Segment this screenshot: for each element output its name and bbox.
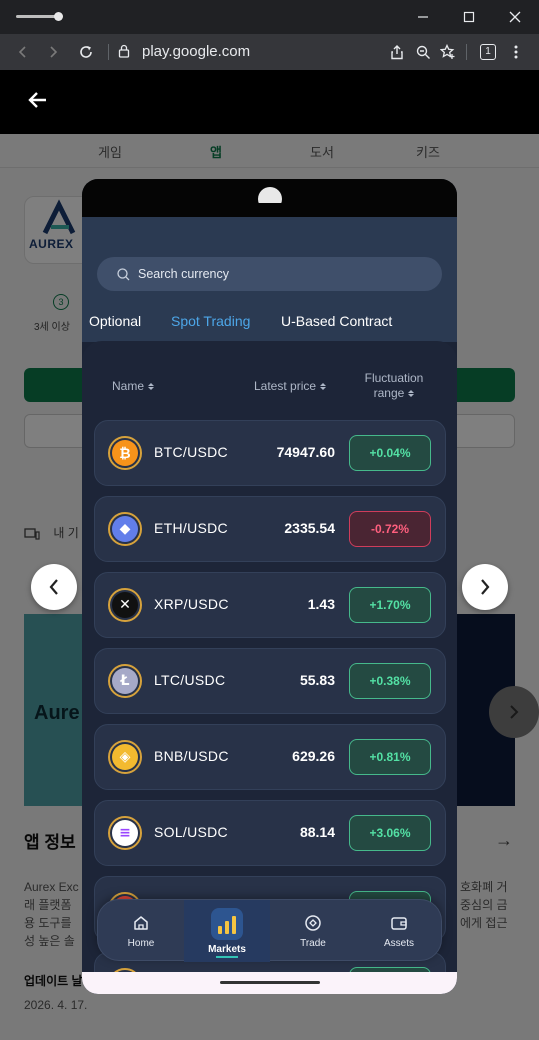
column-price-label: Latest price <box>254 379 317 393</box>
chevron-right-icon <box>481 579 490 595</box>
pair-name: SOL/USDC <box>154 824 228 840</box>
home-indicator[interactable] <box>220 981 320 984</box>
chevron-left-icon <box>49 579 58 595</box>
xrp-icon: ✕ <box>112 592 138 618</box>
back-arrow-icon[interactable] <box>28 90 48 115</box>
more-menu-icon[interactable] <box>503 34 529 70</box>
coin-badge: ◆ <box>108 512 142 546</box>
coin-badge: ✕ <box>108 588 142 622</box>
nav-trade-label: Trade <box>300 937 326 949</box>
litecoin-icon: Ł <box>112 668 138 694</box>
app-header: Search currency Optional Spot Trading U-… <box>82 217 457 343</box>
browser-toolbar: play.google.com 1 <box>0 34 539 70</box>
app-screenshot: Search currency Optional Spot Trading U-… <box>82 179 457 994</box>
sort-icon <box>320 383 327 391</box>
column-price-header[interactable]: Latest price <box>254 379 327 394</box>
column-change-header[interactable]: Fluctuation range <box>354 371 434 401</box>
nav-assets-label: Assets <box>383 937 414 949</box>
pair-name: XRP/USDC <box>154 596 229 612</box>
share-icon[interactable] <box>384 34 410 70</box>
latest-price: 74947.60 <box>276 444 335 460</box>
zoom-icon[interactable] <box>410 34 436 70</box>
column-name-label: Name <box>112 379 145 393</box>
nav-markets-label: Markets <box>208 943 246 955</box>
market-row[interactable]: ₿ BTC/USDC 74947.60 +0.04% <box>94 420 446 486</box>
window-drag-handle[interactable] <box>16 12 63 21</box>
pair-name: LTC/USDC <box>154 672 226 688</box>
toolbar-divider <box>466 44 467 60</box>
toolbar-divider <box>108 44 109 60</box>
window-titlebar <box>0 0 539 34</box>
sort-icon <box>408 390 415 398</box>
coin-badge: Ł <box>108 664 142 698</box>
coin-badge: ◈ <box>108 740 142 774</box>
app-header-logo-icon <box>258 187 282 213</box>
market-row[interactable]: ◈ BNB/USDC 629.26 +0.81% <box>94 724 446 790</box>
url-text[interactable]: play.google.com <box>142 43 250 60</box>
tab-count-button[interactable]: 1 <box>475 34 501 70</box>
search-bar[interactable]: Search currency <box>97 257 442 291</box>
market-row[interactable]: ◆ ETH/USDC 2335.54 -0.72% <box>94 496 446 562</box>
tab-u-based-contract[interactable]: U-Based Contract <box>281 313 392 329</box>
minimize-button[interactable] <box>400 0 446 34</box>
market-row[interactable]: ✕ XRP/USDC 1.43 +1.70% <box>94 572 446 638</box>
tab-optional[interactable]: Optional <box>89 313 141 329</box>
latest-price: 2335.54 <box>284 520 335 536</box>
market-list-panel: Name Latest price Fluctuation range ₿ BTC… <box>82 341 457 994</box>
bitcoin-icon: ₿ <box>112 440 138 466</box>
search-icon <box>117 267 130 280</box>
column-name-header[interactable]: Name <box>112 379 155 394</box>
lock-icon[interactable] <box>118 44 130 63</box>
bnb-icon: ◈ <box>112 744 138 770</box>
ethereum-icon: ◆ <box>112 516 138 542</box>
next-screenshot-button[interactable] <box>462 564 508 610</box>
nav-home-label: Home <box>127 937 155 949</box>
market-row[interactable]: Ł LTC/USDC 55.83 +0.38% <box>94 648 446 714</box>
app-status-area <box>82 179 457 217</box>
change-badge[interactable]: +0.38% <box>349 663 431 699</box>
system-gesture-bar <box>82 972 457 994</box>
market-row[interactable]: ≡ SOL/USDC 88.14 +3.06% <box>94 800 446 866</box>
trade-icon <box>305 914 321 931</box>
solana-icon: ≡ <box>112 820 138 846</box>
home-icon <box>134 915 148 930</box>
latest-price: 55.83 <box>299 672 335 688</box>
change-badge[interactable]: -0.72% <box>349 511 431 547</box>
bottom-navigation: Home Markets Trade Assets <box>97 899 442 962</box>
change-badge[interactable]: +1.70% <box>349 587 431 623</box>
coin-badge: ₿ <box>108 436 142 470</box>
latest-price: 629.26 <box>292 748 335 764</box>
nav-markets[interactable]: Markets <box>184 900 270 962</box>
change-badge[interactable]: +0.81% <box>349 739 431 775</box>
nav-trade[interactable]: Trade <box>270 900 356 962</box>
latest-price: 88.14 <box>299 824 335 840</box>
tab-count: 1 <box>480 44 496 60</box>
wallet-icon <box>391 916 407 930</box>
tab-spot-trading[interactable]: Spot Trading <box>171 313 250 329</box>
column-change-label: Fluctuation <box>364 371 424 385</box>
search-placeholder: Search currency <box>138 267 230 281</box>
latest-price: 1.43 <box>307 596 335 612</box>
nav-assets[interactable]: Assets <box>356 900 442 962</box>
change-badge[interactable]: +0.04% <box>349 435 431 471</box>
coin-badge: ≡ <box>108 816 142 850</box>
bookmark-star-icon[interactable] <box>435 34 461 70</box>
nav-active-indicator <box>216 956 238 958</box>
previous-screenshot-button[interactable] <box>31 564 77 610</box>
back-nav-icon[interactable] <box>8 34 38 70</box>
sort-icon <box>148 383 155 391</box>
change-badge[interactable]: +3.06% <box>349 815 431 851</box>
viewer-top-bar <box>0 70 539 134</box>
pair-name: BNB/USDC <box>154 748 229 764</box>
pair-name: ETH/USDC <box>154 520 228 536</box>
forward-nav-icon[interactable] <box>38 34 68 70</box>
column-change-label-line2: range <box>373 386 405 400</box>
nav-home[interactable]: Home <box>98 900 184 962</box>
pair-name: BTC/USDC <box>154 444 228 460</box>
reload-icon[interactable] <box>71 34 101 70</box>
close-window-button[interactable] <box>492 0 538 34</box>
maximize-button[interactable] <box>446 0 492 34</box>
markets-icon <box>211 907 243 940</box>
